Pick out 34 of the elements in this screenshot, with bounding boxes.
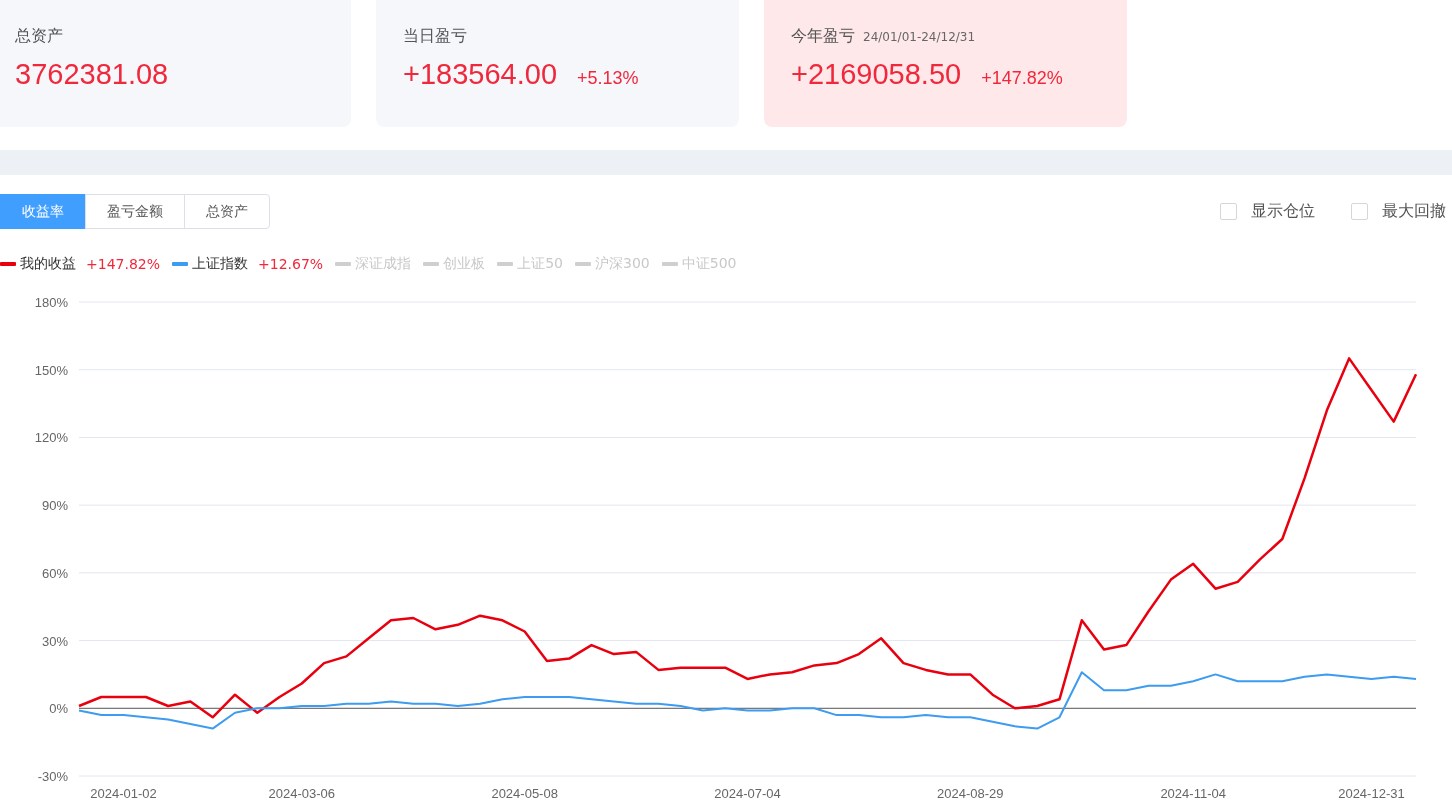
y-axis-label: 90% [41, 498, 68, 514]
card-value: 3762381.08 [15, 58, 169, 91]
chart-tab[interactable]: 总资产 [184, 194, 270, 229]
y-axis-label: 60% [41, 565, 68, 581]
y-axis-label: 150% [34, 362, 68, 378]
x-axis-label: 2024-05-08 [491, 786, 558, 801]
checkbox[interactable] [1220, 203, 1237, 220]
legend-label[interactable]: 我的收益 [20, 255, 76, 273]
y-axis-label: 30% [41, 633, 68, 649]
x-axis-label: 2024-08-29 [937, 786, 1004, 801]
y-axis-label: -30% [37, 769, 68, 784]
card-label: 今年盈亏 [791, 26, 855, 47]
legend-value: +147.82% [86, 256, 161, 272]
legend-value: +12.67% [258, 256, 324, 272]
card-label: 总资产 [15, 26, 63, 47]
x-axis-label: 2024-01-02 [90, 786, 157, 801]
legend-label[interactable]: 上证指数 [192, 255, 249, 273]
checkbox-label[interactable]: 显示仓位 [1251, 201, 1315, 222]
x-axis-label: 2024-12-31 [1338, 786, 1405, 801]
percent-change: +5.13% [577, 68, 639, 89]
x-axis-label: 2024-11-04 [1160, 786, 1226, 801]
y-axis-label: 120% [34, 430, 68, 446]
y-axis-label: 0% [49, 701, 68, 717]
date-range: 24/01/01-24/12/31 [863, 30, 976, 44]
y-axis-label: 180% [34, 295, 68, 310]
checkbox[interactable] [1351, 203, 1368, 220]
x-axis-label: 2024-07-04 [714, 786, 781, 801]
card-value: +183564.00 [403, 58, 558, 91]
card-label: 当日盈亏 [403, 26, 467, 47]
card-value: +2169058.50 [791, 58, 962, 91]
checkbox-label[interactable]: 最大回撤 [1382, 201, 1446, 222]
x-axis-label: 2024-03-06 [268, 786, 336, 801]
chart-tab[interactable]: 盈亏金额 [85, 194, 185, 229]
percent-change: +147.82% [981, 68, 1063, 89]
